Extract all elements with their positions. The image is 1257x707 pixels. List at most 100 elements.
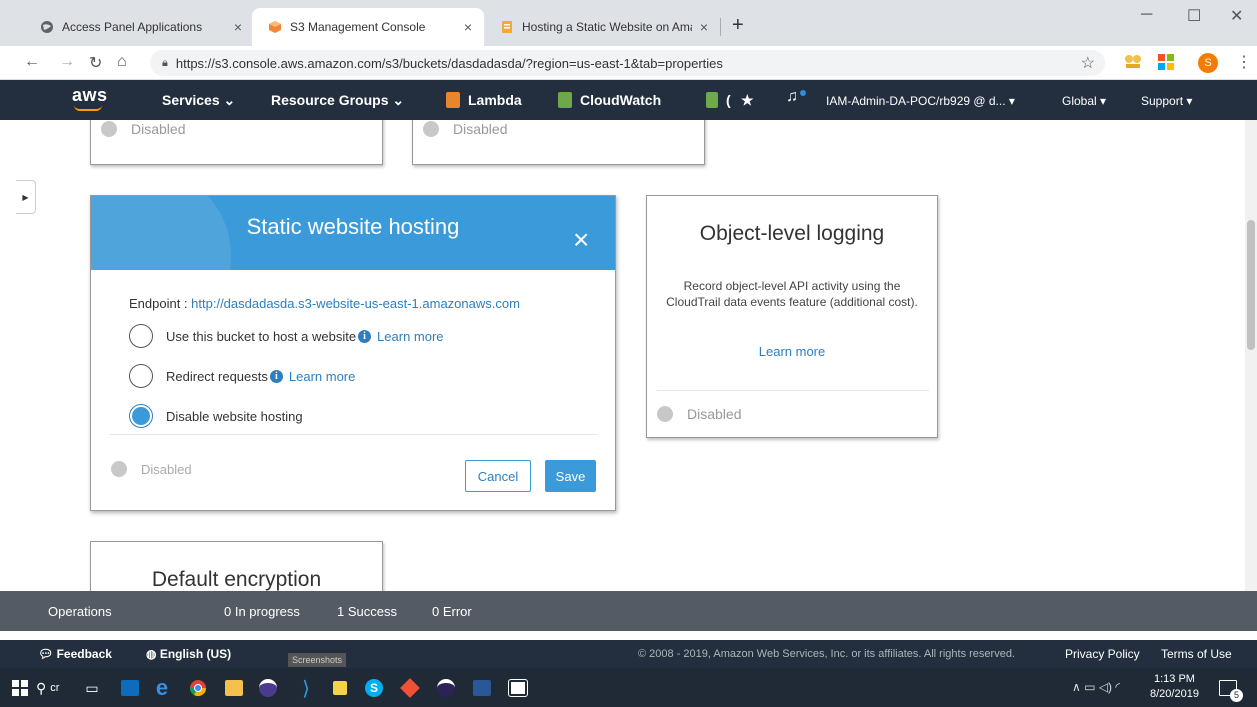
option-host-website[interactable]: Use this bucket to host a website i Lear… — [129, 324, 444, 348]
object-level-logging-card[interactable]: Object-level logging Record object-level… — [646, 195, 938, 438]
sidebar-toggle[interactable]: ▶ — [16, 180, 36, 214]
photos-icon[interactable] — [508, 678, 528, 698]
new-tab-button[interactable]: + — [732, 14, 744, 37]
eclipse-alt-icon[interactable] — [436, 678, 456, 698]
skype-icon[interactable]: S — [364, 678, 384, 698]
object-logging-status-label: Disabled — [687, 406, 742, 422]
profile-avatar[interactable]: S — [1198, 53, 1218, 73]
wifi-icon[interactable]: ◜ — [1115, 680, 1120, 694]
status-dot-icon — [423, 121, 439, 137]
windows-extension-icon[interactable] — [1158, 54, 1174, 73]
extension-icon[interactable] — [1124, 54, 1142, 73]
browser-menu-icon[interactable]: ⋮ — [1236, 52, 1252, 72]
privacy-policy-link[interactable]: Privacy Policy — [1065, 647, 1140, 661]
git-icon[interactable] — [400, 678, 420, 698]
property-card[interactable]: Disabled — [90, 120, 383, 165]
tab-close-icon[interactable]: × — [464, 19, 472, 35]
tab-s3-console[interactable]: S3 Management Console × — [252, 8, 484, 46]
taskbar-search[interactable]: ⚲ cr — [36, 678, 76, 698]
forward-arrow-icon[interactable]: → — [59, 53, 75, 71]
back-arrow-icon[interactable]: ← — [24, 53, 40, 71]
task-view-icon[interactable]: ▭ — [82, 678, 102, 698]
radio-disable-hosting[interactable] — [129, 404, 153, 428]
tab-close-icon[interactable]: × — [234, 19, 242, 35]
action-center-icon[interactable]: 5 — [1218, 678, 1243, 702]
info-icon[interactable]: i — [269, 369, 283, 383]
default-encryption-card[interactable]: Default encryption — [90, 541, 383, 591]
home-icon[interactable]: ⌂ — [117, 53, 127, 71]
reload-icon[interactable]: ↻ — [89, 53, 102, 73]
maximize-icon[interactable]: ☐ — [1187, 6, 1201, 26]
vscode-icon[interactable]: ⟩ — [296, 678, 316, 700]
info-icon[interactable]: i — [358, 329, 372, 343]
resource-groups-menu[interactable]: Resource Groups ⌄ — [271, 92, 404, 109]
account-menu[interactable]: IAM-Admin-DA-POC/rb929 @ d... ▾ — [826, 94, 1015, 108]
bookmark-star-icon[interactable]: ☆ — [1081, 53, 1095, 73]
endpoint-link[interactable]: http://dasdadasda.s3-website-us-east-1.a… — [191, 296, 520, 311]
main-content: Disabled Disabled ▶ Static website hosti… — [0, 120, 1257, 591]
edge-icon[interactable]: e — [152, 675, 172, 700]
operations-in-progress[interactable]: 0 In progress — [224, 604, 300, 619]
tab-hosting-static-website[interactable]: Hosting a Static Website on Ama × — [484, 8, 720, 46]
radio-host-website[interactable] — [129, 324, 153, 348]
save-button[interactable]: Save — [545, 460, 596, 492]
outlook-icon[interactable] — [120, 678, 140, 698]
option-label: Use this bucket to host a website — [166, 328, 357, 344]
file-explorer-icon[interactable] — [224, 678, 244, 698]
operations-label[interactable]: Operations — [48, 604, 112, 619]
feedback-link[interactable]: 💬︎ Feedback — [38, 647, 112, 661]
language-selector[interactable]: ◍ English (US) — [146, 647, 231, 661]
close-window-icon[interactable]: ✕ — [1230, 6, 1243, 26]
tab-separator — [720, 18, 721, 36]
word-icon[interactable] — [472, 678, 492, 698]
volume-icon[interactable]: ◁) — [1099, 680, 1112, 694]
support-menu[interactable]: Support ▾ — [1141, 94, 1192, 108]
address-bar[interactable]: 🔒︎ https://s3.console.aws.amazon.com/s3/… — [150, 50, 1105, 76]
sticky-notes-icon[interactable] — [330, 678, 350, 698]
console-footer: 💬︎ Feedback ◍ English (US) © 2008 - 2019… — [0, 640, 1257, 668]
region-menu[interactable]: Global ▾ — [1062, 94, 1106, 108]
globe-icon: ◍ — [146, 647, 160, 661]
minimize-icon[interactable]: ─ — [1141, 6, 1152, 24]
learn-more-link[interactable]: Learn more — [289, 369, 355, 384]
lock-icon: 🔒︎ — [162, 56, 168, 69]
operations-error[interactable]: 0 Error — [432, 604, 472, 619]
aws-nav-bar: aws Services ⌄ Resource Groups ⌄ Lambda … — [0, 80, 1257, 120]
pin-star-icon[interactable]: ★ — [741, 92, 754, 109]
hosting-status: Disabled — [111, 461, 192, 477]
battery-icon[interactable]: ▭ — [1084, 680, 1095, 694]
chrome-icon[interactable] — [188, 678, 208, 698]
notifications-bell-icon[interactable]: ♫ — [786, 88, 806, 106]
system-tray[interactable]: ∧ ▭ ◁) ◜ — [1072, 680, 1120, 694]
scrollbar-thumb[interactable] — [1247, 220, 1255, 350]
aws-smile-icon — [74, 105, 102, 111]
default-encryption-title: Default encryption — [151, 568, 322, 591]
tab-title: Access Panel Applications — [62, 20, 203, 34]
learn-more-link[interactable]: Learn more — [377, 329, 443, 344]
eclipse-icon[interactable] — [258, 678, 278, 698]
status-dot-icon — [657, 406, 673, 422]
cancel-button[interactable]: Cancel — [465, 460, 531, 492]
services-menu[interactable]: Services ⌄ — [162, 92, 235, 109]
tab-close-icon[interactable]: × — [700, 19, 708, 35]
taskbar-clock[interactable]: 1:13 PM 8/20/2019 — [1150, 672, 1199, 702]
option-redirect-requests[interactable]: Redirect requests i Learn more — [129, 364, 355, 388]
browser-toolbar: ← → ↻ ⌂ 🔒︎ https://s3.console.aws.amazon… — [0, 46, 1257, 80]
close-icon[interactable]: × — [573, 226, 589, 254]
operations-success[interactable]: 1 Success — [337, 604, 397, 619]
terms-of-use-link[interactable]: Terms of Use — [1161, 647, 1232, 661]
aws-logo[interactable]: aws — [72, 85, 108, 111]
radio-redirect-requests[interactable] — [129, 364, 153, 388]
pin-cloudwatch[interactable]: CloudWatch — [558, 92, 661, 108]
learn-more-link[interactable]: Learn more — [647, 344, 937, 359]
page-scrollbar[interactable] — [1245, 120, 1257, 591]
option-disable-hosting[interactable]: Disable website hosting — [129, 404, 303, 428]
property-card[interactable]: Disabled — [412, 120, 705, 165]
object-logging-description: Record object-level API activity using t… — [666, 279, 918, 309]
chevron-up-icon[interactable]: ∧ — [1072, 680, 1081, 694]
tab-access-panel[interactable]: Access Panel Applications × — [24, 8, 254, 46]
pin-lambda[interactable]: Lambda — [446, 92, 522, 108]
object-logging-title: Object-level logging — [699, 222, 885, 245]
pin-extra-service[interactable]: ( — [706, 92, 731, 108]
start-windows-icon[interactable] — [10, 678, 30, 698]
